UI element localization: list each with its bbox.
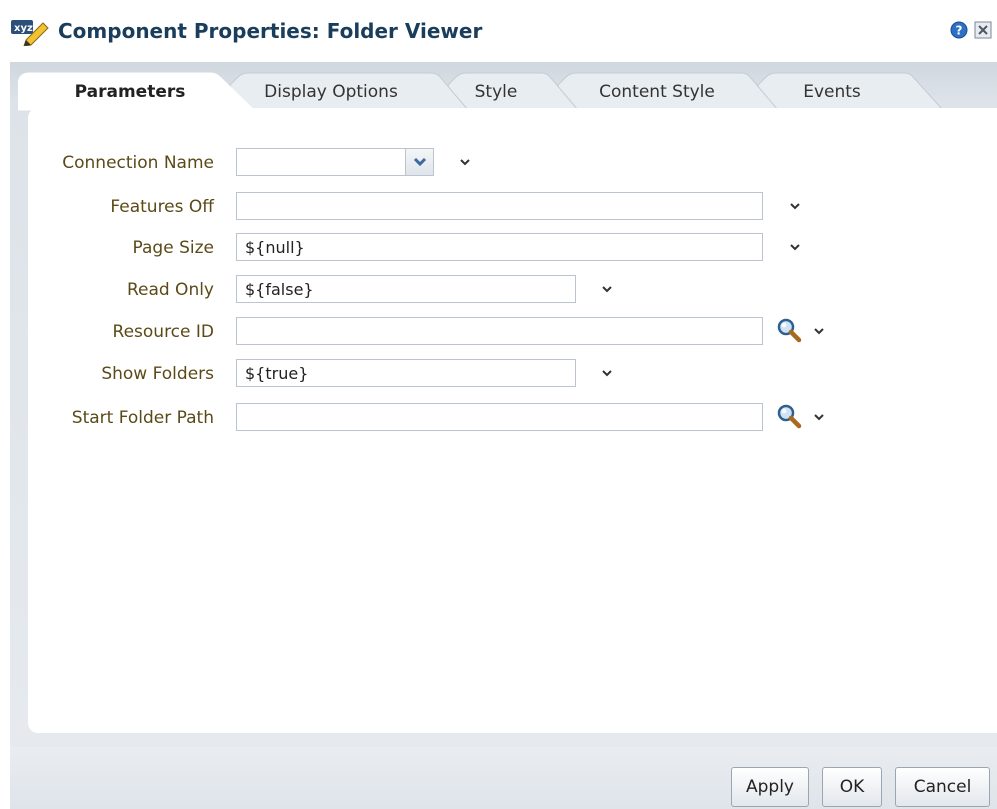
- show-folders-label: Show Folders: [101, 364, 214, 384]
- tab-style-label: Style: [474, 82, 518, 102]
- connection-name-select[interactable]: [236, 148, 406, 176]
- connection-name-row: Connection Name: [0, 148, 997, 178]
- resource-id-options-chevron-icon[interactable]: [812, 327, 826, 337]
- connection-name-dropdown-button[interactable]: [406, 148, 434, 176]
- tab-style[interactable]: Style: [455, 73, 537, 111]
- resource-id-label: Resource ID: [112, 322, 214, 342]
- tab-content-style-label: Content Style: [599, 82, 715, 102]
- connection-name-options-chevron-icon[interactable]: [458, 158, 472, 168]
- dialog-title: Component Properties: Folder Viewer: [58, 19, 483, 43]
- read-only-input[interactable]: ${false}: [236, 275, 576, 303]
- read-only-options-chevron-icon[interactable]: [600, 285, 614, 295]
- features-off-input[interactable]: [236, 192, 763, 220]
- cancel-button[interactable]: Cancel: [895, 767, 990, 807]
- start-folder-path-input[interactable]: [236, 403, 763, 431]
- tab-events-label: Events: [803, 82, 861, 102]
- start-folder-path-row: Start Folder Path: [0, 403, 997, 433]
- features-off-row: Features Off: [0, 192, 997, 222]
- read-only-row: Read Only ${false}: [0, 275, 997, 305]
- tab-display-options[interactable]: Display Options: [240, 73, 422, 111]
- resource-id-input[interactable]: [236, 317, 763, 345]
- apply-button[interactable]: Apply: [731, 767, 809, 807]
- resource-id-row: Resource ID: [0, 317, 997, 347]
- component-properties-dialog: xyz Component Properties: Folder Viewer …: [0, 0, 997, 809]
- chevron-down-icon: [413, 157, 426, 167]
- features-off-options-chevron-icon[interactable]: [788, 202, 802, 212]
- tab-events[interactable]: Events: [767, 73, 897, 111]
- resource-id-search-icon[interactable]: [776, 317, 802, 343]
- tab-parameters-label: Parameters: [74, 82, 186, 102]
- ok-button[interactable]: OK: [822, 767, 882, 807]
- dialog-titlebar: xyz Component Properties: Folder Viewer …: [0, 0, 997, 62]
- svg-text:xyz: xyz: [14, 23, 33, 34]
- show-folders-options-chevron-icon[interactable]: [600, 369, 614, 379]
- page-size-label: Page Size: [132, 238, 214, 258]
- features-off-label: Features Off: [110, 197, 214, 217]
- show-folders-input[interactable]: ${true}: [236, 359, 576, 387]
- start-folder-path-options-chevron-icon[interactable]: [812, 413, 826, 423]
- tab-parameters[interactable]: Parameters: [40, 73, 220, 111]
- svg-text:?: ?: [956, 24, 963, 38]
- page-size-options-chevron-icon[interactable]: [788, 243, 802, 253]
- page-size-row: Page Size ${null}: [0, 233, 997, 263]
- read-only-label: Read Only: [126, 280, 214, 300]
- show-folders-row: Show Folders ${true}: [0, 359, 997, 389]
- tab-display-options-label: Display Options: [264, 82, 398, 102]
- close-icon[interactable]: [974, 21, 992, 39]
- connection-name-label: Connection Name: [62, 153, 214, 173]
- page-size-input[interactable]: ${null}: [236, 233, 763, 261]
- start-folder-path-label: Start Folder Path: [71, 408, 214, 428]
- edit-pencil-xyz-icon: xyz: [11, 20, 49, 46]
- tab-content-style[interactable]: Content Style: [568, 73, 746, 111]
- help-icon[interactable]: ?: [950, 21, 968, 39]
- start-folder-path-search-icon[interactable]: [776, 403, 802, 429]
